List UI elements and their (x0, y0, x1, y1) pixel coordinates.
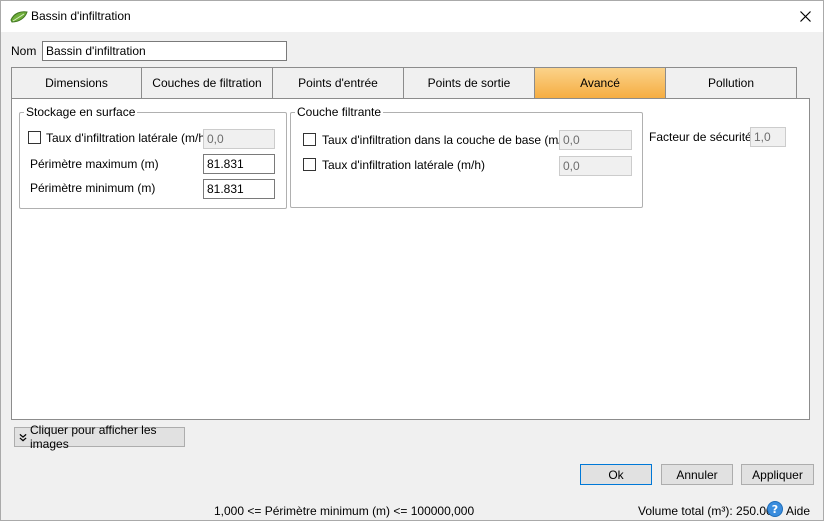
max-perimeter-input[interactable] (203, 154, 275, 174)
advanced-tab-panel: Stockage en surface Taux d'infiltration … (11, 98, 810, 420)
show-images-label: Cliquer pour afficher les images (30, 423, 157, 451)
filter-lateral-rate-label: Taux d'infiltration latérale (m/h) (322, 158, 486, 172)
close-button[interactable] (791, 3, 819, 29)
surface-lateral-rate-checkbox[interactable] (28, 131, 41, 144)
surface-storage-group: Stockage en surface Taux d'infiltration … (19, 105, 287, 209)
help-icon[interactable] (767, 501, 783, 517)
base-rate-label: Taux d'infiltration dans la couche de ba… (322, 133, 573, 147)
tab-pollution[interactable]: Pollution (665, 67, 797, 99)
green-leaf-icon (10, 11, 28, 23)
tab-strip: Dimensions Couches de filtration Points … (11, 67, 809, 99)
total-volume-status: Volume total (m³): 250.000 (638, 504, 780, 518)
apply-button[interactable]: Appliquer (741, 464, 814, 485)
double-chevron-down-icon (19, 433, 27, 441)
close-icon (799, 10, 811, 22)
filter-lateral-rate-checkbox[interactable] (303, 158, 316, 171)
safety-factor-label: Facteur de sécurité (649, 130, 752, 144)
window-title: Bassin d'infiltration (31, 9, 131, 23)
tab-inlet-points[interactable]: Points d'entrée (272, 67, 403, 99)
constraint-status: 1,000 <= Périmètre minimum (m) <= 100000… (214, 504, 475, 518)
max-perimeter-label: Périmètre maximum (m) (30, 157, 159, 171)
dialog-window: Bassin d'infiltration Nom Dimensions Cou… (0, 0, 824, 521)
filter-layer-title: Couche filtrante (295, 105, 384, 119)
cancel-button[interactable]: Annuler (661, 464, 733, 485)
filter-lateral-rate-input[interactable] (559, 156, 632, 176)
surface-storage-title: Stockage en surface (24, 105, 138, 119)
base-rate-checkbox[interactable] (303, 133, 316, 146)
ok-button[interactable]: Ok (580, 464, 652, 485)
tab-advanced[interactable]: Avancé (534, 67, 665, 99)
name-input[interactable] (42, 41, 287, 61)
tab-outlet-points[interactable]: Points de sortie (403, 67, 534, 99)
min-perimeter-input[interactable] (203, 179, 275, 199)
filter-layer-group: Couche filtrante Taux d'infiltration dan… (290, 105, 643, 208)
help-link[interactable]: Aide (786, 504, 810, 518)
name-label: Nom (11, 44, 37, 58)
safety-factor-input[interactable] (750, 127, 786, 147)
tab-dimensions[interactable]: Dimensions (11, 67, 141, 99)
base-rate-input[interactable] (559, 130, 632, 150)
surface-lateral-rate-input[interactable] (203, 129, 275, 149)
title-bar: Bassin d'infiltration (1, 1, 823, 32)
min-perimeter-label: Périmètre minimum (m) (30, 181, 156, 195)
show-images-button[interactable]: Cliquer pour afficher les images (14, 423, 185, 451)
surface-lateral-rate-label: Taux d'infiltration latérale (m/h) (46, 131, 210, 145)
tab-filter-layers[interactable]: Couches de filtration (141, 67, 272, 99)
